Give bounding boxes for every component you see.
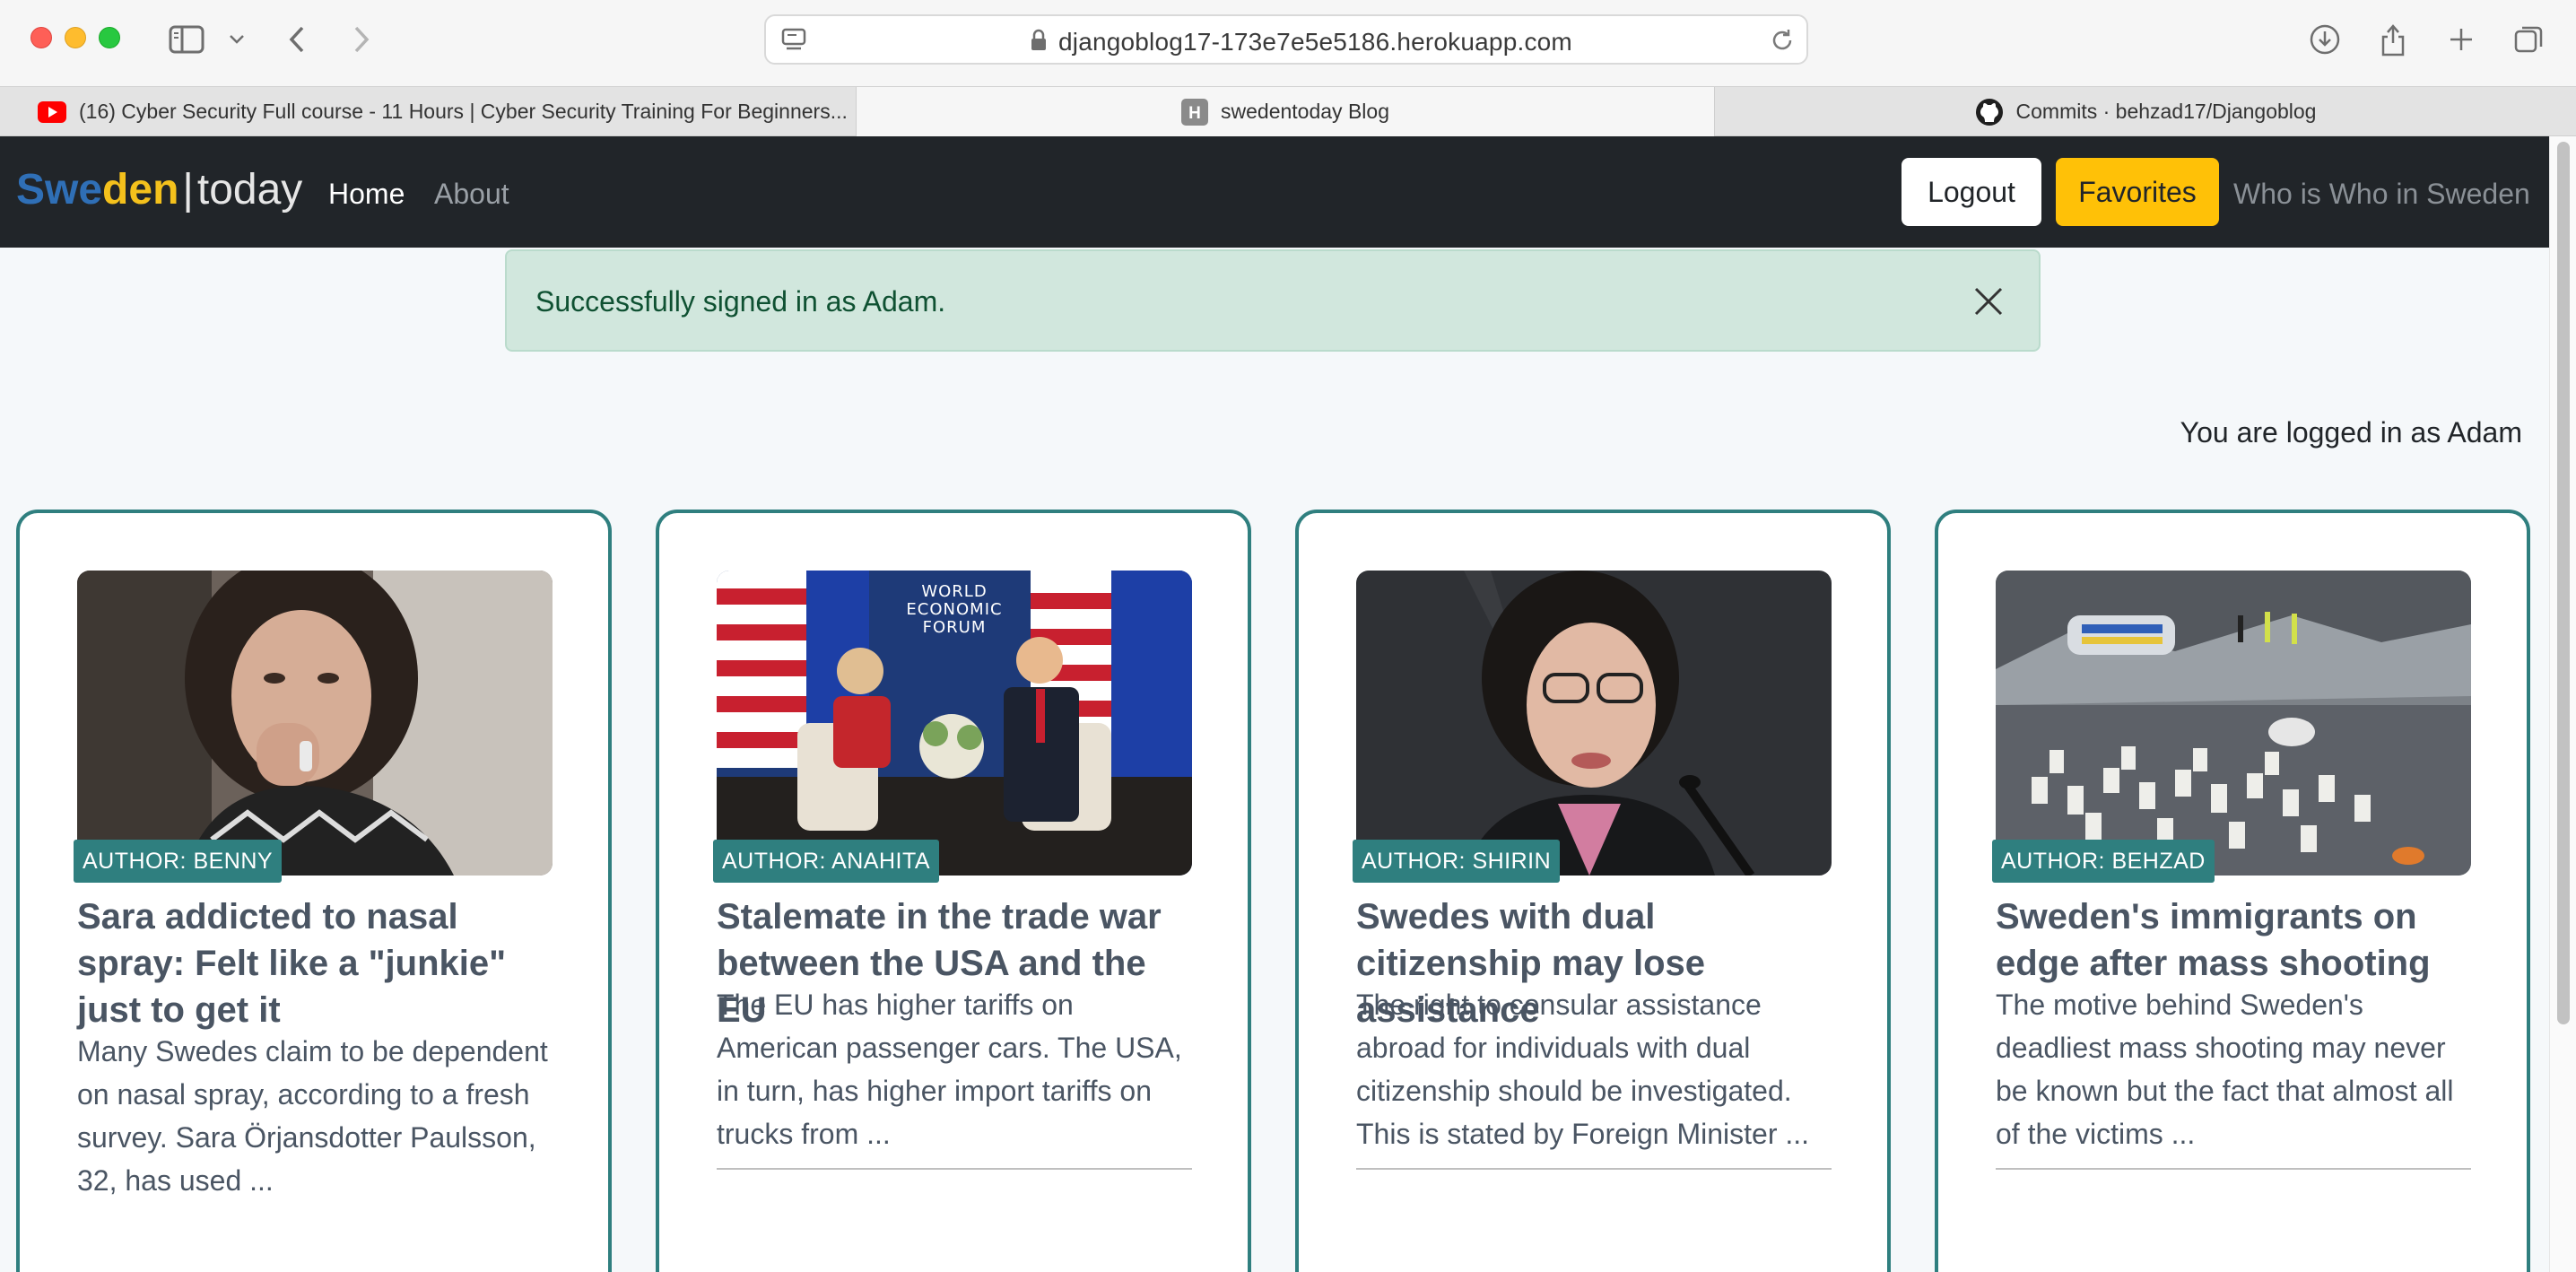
card-divider bbox=[1996, 1168, 2471, 1170]
forward-arrow-icon[interactable] bbox=[348, 20, 375, 59]
post-excerpt: The EU has higher tariffs on American pa… bbox=[717, 989, 1182, 1150]
downloads-icon[interactable] bbox=[2305, 20, 2345, 59]
woman-with-nasal-spray-photo[interactable] bbox=[77, 571, 553, 876]
world-economic-forum-meeting-photo[interactable]: WORLD ECONOMIC FORUM bbox=[717, 571, 1192, 876]
heroku-icon: H bbox=[1181, 98, 1209, 126]
lock-icon bbox=[1030, 29, 1048, 57]
logo-today: today bbox=[196, 166, 303, 213]
close-window-button[interactable] bbox=[30, 27, 52, 48]
main-content: Successfully signed in as Adam. You are … bbox=[0, 248, 2549, 1272]
post-card[interactable]: AUTHOR: BEHZAD Sweden's immigrants on ed… bbox=[1935, 510, 2530, 1272]
tab-bar: (16) Cyber Security Full course - 11 Hou… bbox=[0, 86, 2576, 136]
scrollbar-thumb[interactable] bbox=[2557, 142, 2570, 1024]
tab-swedentoday[interactable]: H swedentoday Blog bbox=[856, 87, 1715, 136]
tab-title: (16) Cyber Security Full course - 11 Hou… bbox=[79, 100, 848, 123]
author-badge: AUTHOR: BENNY bbox=[74, 840, 283, 883]
author-badge: AUTHOR: SHIRIN bbox=[1353, 840, 1561, 883]
who-is-who-link[interactable]: Who is Who in Sweden bbox=[2233, 176, 2530, 212]
tab-youtube[interactable]: (16) Cyber Security Full course - 11 Hou… bbox=[0, 87, 856, 136]
new-tab-icon[interactable] bbox=[2441, 20, 2481, 59]
favorites-button[interactable]: Favorites bbox=[2056, 158, 2219, 226]
author-badge: AUTHOR: ANAHITA bbox=[713, 840, 940, 883]
site-navbar: Sweden|today Home About Logout Favorites… bbox=[0, 136, 2549, 248]
post-excerpt: Many Swedes claim to be dependent on nas… bbox=[77, 1035, 548, 1197]
logout-button[interactable]: Logout bbox=[1902, 158, 2041, 226]
alert-message: Successfully signed in as Adam. bbox=[535, 285, 946, 318]
nav-home-link[interactable]: Home bbox=[328, 176, 405, 212]
post-card[interactable]: WORLD ECONOMIC FORUM AUTHOR: ANAHITA Sta… bbox=[656, 510, 1251, 1272]
chevron-down-icon[interactable] bbox=[224, 20, 249, 59]
author-badge: AUTHOR: BEHZAD bbox=[1992, 840, 2215, 883]
minimize-window-button[interactable] bbox=[65, 27, 86, 48]
site-logo[interactable]: Sweden|today bbox=[16, 163, 302, 217]
browser-toolbar: djangoblog17-173e7e5e5186.herokuapp.com bbox=[0, 0, 2576, 86]
address-bar[interactable]: djangoblog17-173e7e5e5186.herokuapp.com bbox=[764, 14, 1808, 65]
card-divider bbox=[717, 1168, 1192, 1170]
image-caption: WORLD ECONOMIC FORUM bbox=[906, 582, 1003, 637]
scrollbar[interactable] bbox=[2549, 136, 2576, 1272]
logo-swe: Swe bbox=[16, 166, 103, 213]
github-icon bbox=[1975, 98, 2004, 126]
post-card[interactable]: AUTHOR: SHIRIN Swedes with dual citizens… bbox=[1295, 510, 1891, 1272]
youtube-icon bbox=[38, 100, 66, 123]
zoom-window-button[interactable] bbox=[99, 27, 120, 48]
back-arrow-icon[interactable] bbox=[283, 20, 310, 59]
post-excerpt: The motive behind Sweden's deadliest mas… bbox=[1996, 989, 2454, 1150]
logo-separator: | bbox=[182, 166, 194, 213]
card-divider bbox=[1356, 1168, 1832, 1170]
reload-icon[interactable] bbox=[1769, 27, 1796, 58]
tab-overview-icon[interactable] bbox=[2510, 20, 2549, 59]
tab-title: Commits · behzad17/Djangoblog bbox=[2015, 100, 2317, 123]
url-text: djangoblog17-173e7e5e5186.herokuapp.com bbox=[1058, 28, 1572, 56]
post-card[interactable]: AUTHOR: BENNY Sara addicted to nasal spr… bbox=[16, 510, 612, 1272]
memorial-candles-photo[interactable] bbox=[1996, 571, 2471, 876]
close-icon[interactable] bbox=[1969, 282, 2008, 321]
tab-github[interactable]: Commits · behzad17/Djangoblog bbox=[1715, 87, 2576, 136]
sidebar-toggle-icon[interactable] bbox=[167, 20, 206, 59]
success-alert: Successfully signed in as Adam. bbox=[505, 249, 2041, 352]
post-title[interactable]: Sweden's immigrants on edge after mass s… bbox=[1996, 893, 2480, 987]
post-excerpt: The right to consular assistance abroad … bbox=[1356, 989, 1810, 1150]
foreign-minister-speaking-photo[interactable] bbox=[1356, 571, 1832, 876]
logged-in-status: You are logged in as Adam bbox=[2180, 416, 2522, 449]
logo-den: den bbox=[102, 166, 179, 213]
svg-text:H: H bbox=[1188, 104, 1201, 123]
share-icon[interactable] bbox=[2373, 20, 2413, 59]
tab-title: swedentoday Blog bbox=[1221, 100, 1389, 123]
post-title[interactable]: Sara addicted to nasal spray: Felt like … bbox=[77, 893, 561, 1033]
nav-about-link[interactable]: About bbox=[434, 176, 509, 212]
page-settings-icon[interactable] bbox=[780, 27, 807, 58]
